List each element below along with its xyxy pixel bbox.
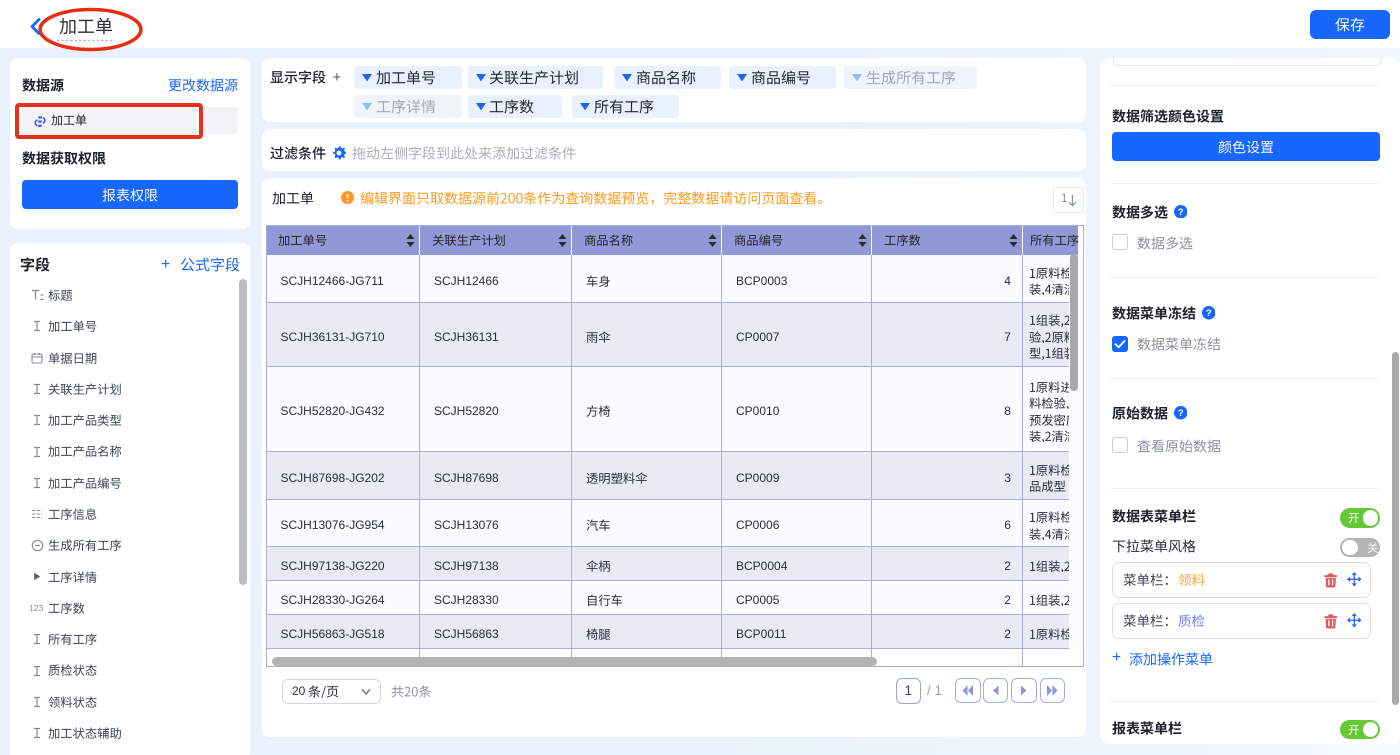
svg-text:?: ? [1177, 207, 1183, 218]
svg-text:?: ? [1205, 308, 1211, 319]
svg-text:?: ? [1177, 408, 1183, 419]
